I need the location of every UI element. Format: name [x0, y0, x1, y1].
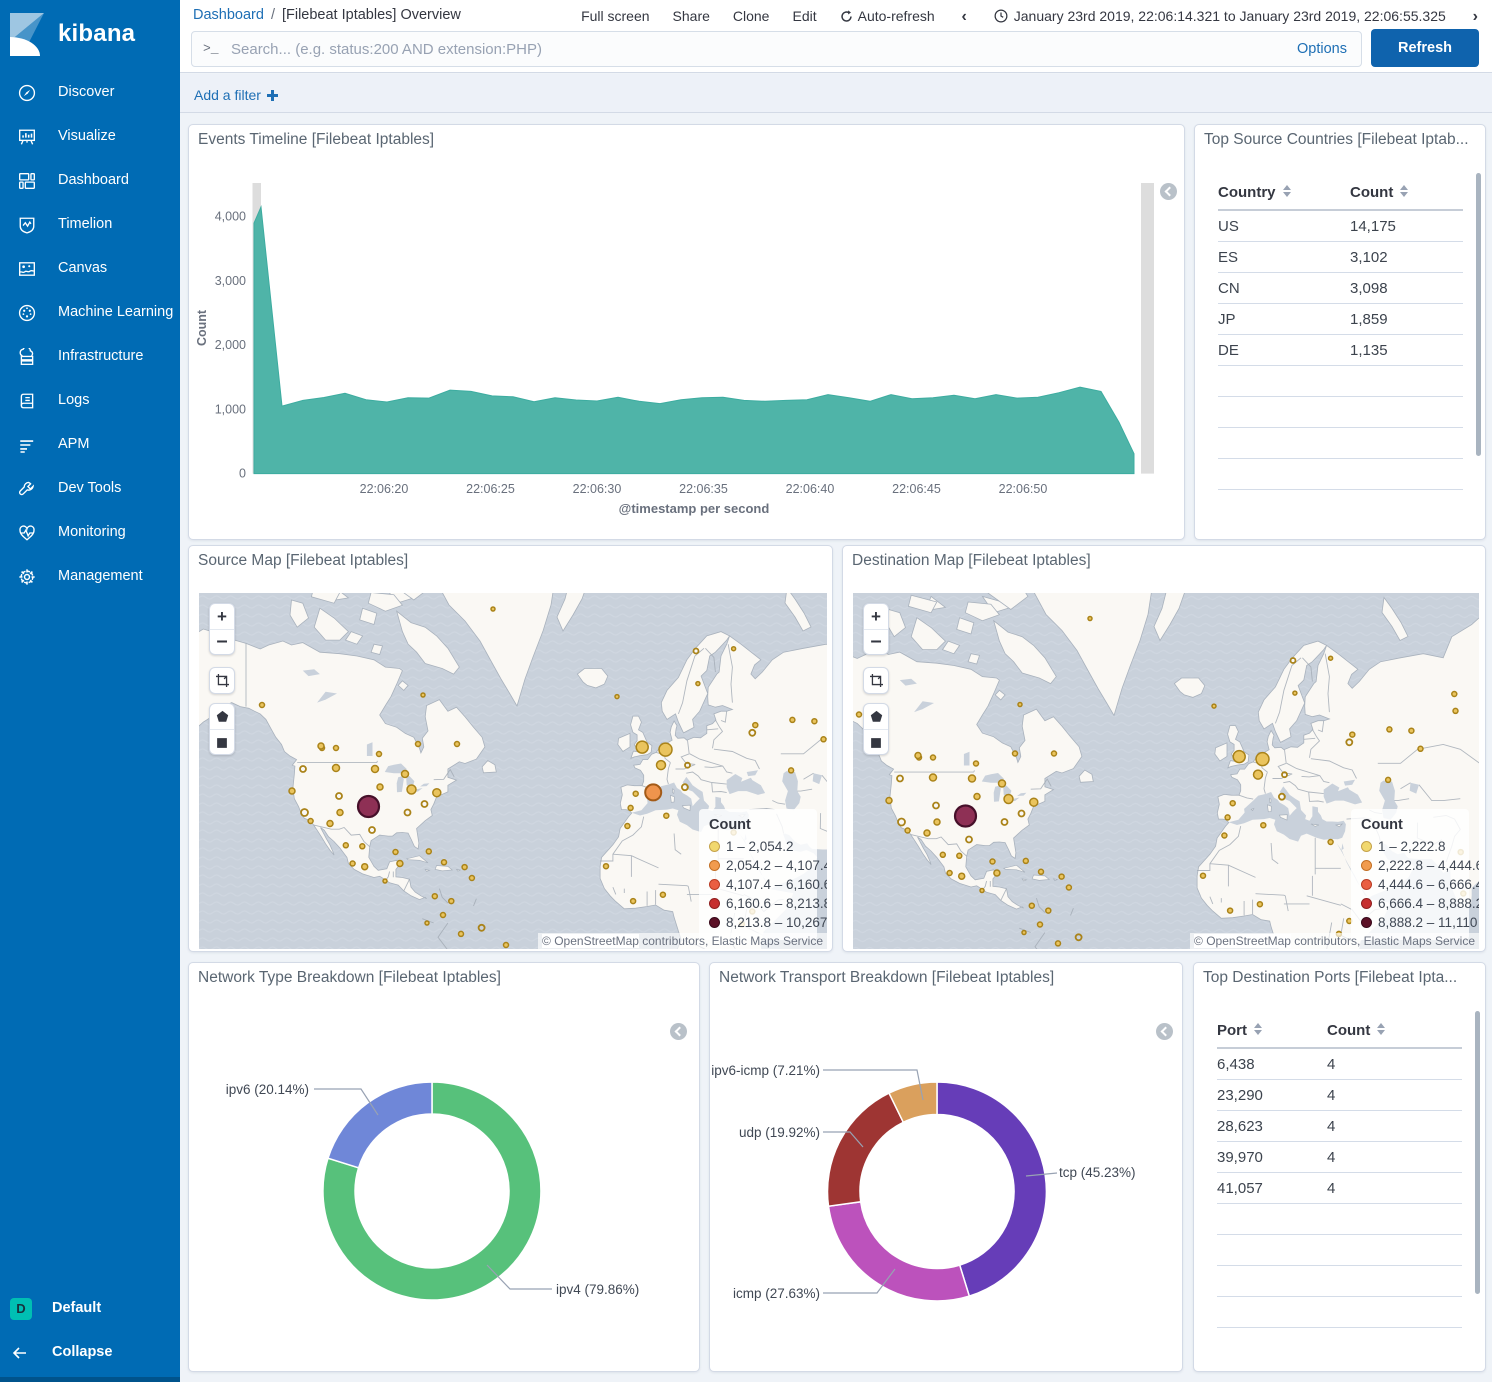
- svg-text:22:06:35: 22:06:35: [679, 482, 728, 496]
- svg-text:22:06:50: 22:06:50: [999, 482, 1048, 496]
- svg-text:0: 0: [239, 467, 246, 481]
- svg-text:1,000: 1,000: [215, 402, 246, 416]
- svg-text:3,000: 3,000: [215, 274, 246, 288]
- svg-text:22:06:25: 22:06:25: [466, 482, 515, 496]
- svg-text:ipv6-icmp (7.21%): ipv6-icmp (7.21%): [711, 1063, 820, 1078]
- svg-text:@timestamp per second: @timestamp per second: [619, 501, 770, 516]
- svg-text:ipv4 (79.86%): ipv4 (79.86%): [556, 1282, 639, 1297]
- svg-text:tcp (45.23%): tcp (45.23%): [1059, 1165, 1136, 1180]
- svg-text:2,000: 2,000: [215, 338, 246, 352]
- svg-text:22:06:30: 22:06:30: [573, 482, 622, 496]
- svg-text:udp (19.92%): udp (19.92%): [739, 1125, 820, 1140]
- svg-text:icmp (27.63%): icmp (27.63%): [733, 1286, 820, 1301]
- svg-text:22:06:45: 22:06:45: [892, 482, 941, 496]
- svg-text:Count: Count: [195, 309, 209, 346]
- svg-text:22:06:40: 22:06:40: [786, 482, 835, 496]
- svg-text:ipv6 (20.14%): ipv6 (20.14%): [226, 1082, 309, 1097]
- svg-text:4,000: 4,000: [215, 210, 246, 224]
- svg-text:22:06:20: 22:06:20: [360, 482, 409, 496]
